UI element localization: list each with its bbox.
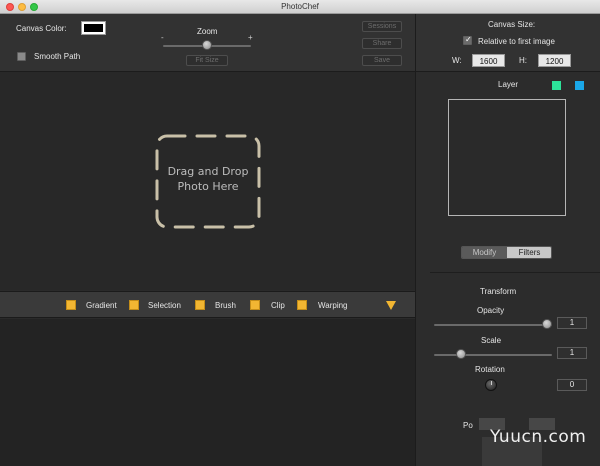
rotation-dial[interactable] <box>485 379 497 391</box>
scale-slider-handle[interactable] <box>456 349 466 359</box>
layer-panel: Layer Modify Filters Transform Opacity 1… <box>415 72 600 466</box>
tool-label-clip[interactable]: Clip <box>271 301 285 310</box>
position-label-partial: Po <box>463 421 473 430</box>
tab-modify[interactable]: Modify <box>462 247 507 258</box>
title-bar: PhotoChef <box>0 0 600 14</box>
tools-bar: Gradient Selection Brush Clip Warping <box>0 291 415 318</box>
clip-tool-checkbox[interactable] <box>250 300 260 310</box>
drop-text-line1: Drag and Drop <box>167 165 249 178</box>
window-title: PhotoChef <box>281 2 319 11</box>
expand-triangle-icon[interactable] <box>386 301 396 310</box>
layer-title: Layer <box>498 80 519 89</box>
canvas-area[interactable]: Drag and Drop Photo Here <box>0 72 415 290</box>
top-controls: Canvas Color: Smooth Path Zoom - + Fit S… <box>0 14 415 72</box>
tool-label-brush[interactable]: Brush <box>215 301 236 310</box>
warping-tool-checkbox[interactable] <box>297 300 307 310</box>
tab-filters[interactable]: Filters <box>507 247 551 258</box>
scale-slider-track[interactable] <box>434 354 552 356</box>
canvas-height-field[interactable]: 1200 <box>538 54 571 67</box>
panel-divider <box>430 272 600 273</box>
canvas-color-fill <box>84 24 103 32</box>
selection-tool-checkbox[interactable] <box>129 300 139 310</box>
layer-color-blue-chip[interactable] <box>575 81 584 90</box>
opacity-slider-handle[interactable] <box>542 319 552 329</box>
smooth-path-checkbox[interactable] <box>17 52 26 61</box>
zoom-slider-handle[interactable] <box>202 40 212 50</box>
zoom-minus-label: - <box>161 33 164 42</box>
layer-color-green-chip[interactable] <box>552 81 561 90</box>
smooth-path-label: Smooth Path <box>34 52 81 61</box>
rotation-value-field[interactable]: 0 <box>557 379 587 391</box>
share-button[interactable]: Share <box>362 38 402 49</box>
canvas-size-panel: Canvas Size: Relative to first image W: … <box>415 14 600 72</box>
relative-to-first-label: Relative to first image <box>478 37 555 46</box>
rotation-label: Rotation <box>475 365 505 374</box>
photo-drop-zone[interactable]: Drag and Drop Photo Here <box>154 133 262 230</box>
fit-size-button[interactable]: Fit Size <box>186 55 228 66</box>
tool-options-area <box>0 319 415 466</box>
tool-label-warping[interactable]: Warping <box>318 301 348 310</box>
zoom-plus-label: + <box>248 33 253 42</box>
height-label: H: <box>519 56 527 65</box>
canvas-color-swatch[interactable] <box>81 21 106 35</box>
opacity-label: Opacity <box>477 306 505 315</box>
relative-to-first-checkbox[interactable] <box>463 35 472 45</box>
save-button[interactable]: Save <box>362 55 402 66</box>
opacity-value-field[interactable]: 1 <box>557 317 587 329</box>
tool-label-selection[interactable]: Selection <box>148 301 181 310</box>
opacity-slider-track[interactable] <box>434 324 552 326</box>
zoom-label: Zoom <box>197 27 218 36</box>
brush-tool-checkbox[interactable] <box>195 300 205 310</box>
canvas-color-label: Canvas Color: <box>16 24 67 33</box>
sessions-button[interactable]: Sessions <box>362 21 402 32</box>
scale-label: Scale <box>481 336 502 345</box>
canvas-width-field[interactable]: 1600 <box>472 54 505 67</box>
drop-text-line2: Photo Here <box>177 180 239 193</box>
scale-value-field[interactable]: 1 <box>557 347 587 359</box>
modify-filters-segmented-control[interactable]: Modify Filters <box>461 246 552 259</box>
tool-label-gradient[interactable]: Gradient <box>86 301 117 310</box>
watermark-text: Yuucn.com <box>490 427 587 447</box>
gradient-tool-checkbox[interactable] <box>66 300 76 310</box>
canvas-size-title: Canvas Size: <box>488 20 536 29</box>
width-label: W: <box>452 56 462 65</box>
layer-preview[interactable] <box>448 99 566 216</box>
transform-title: Transform <box>480 287 517 296</box>
